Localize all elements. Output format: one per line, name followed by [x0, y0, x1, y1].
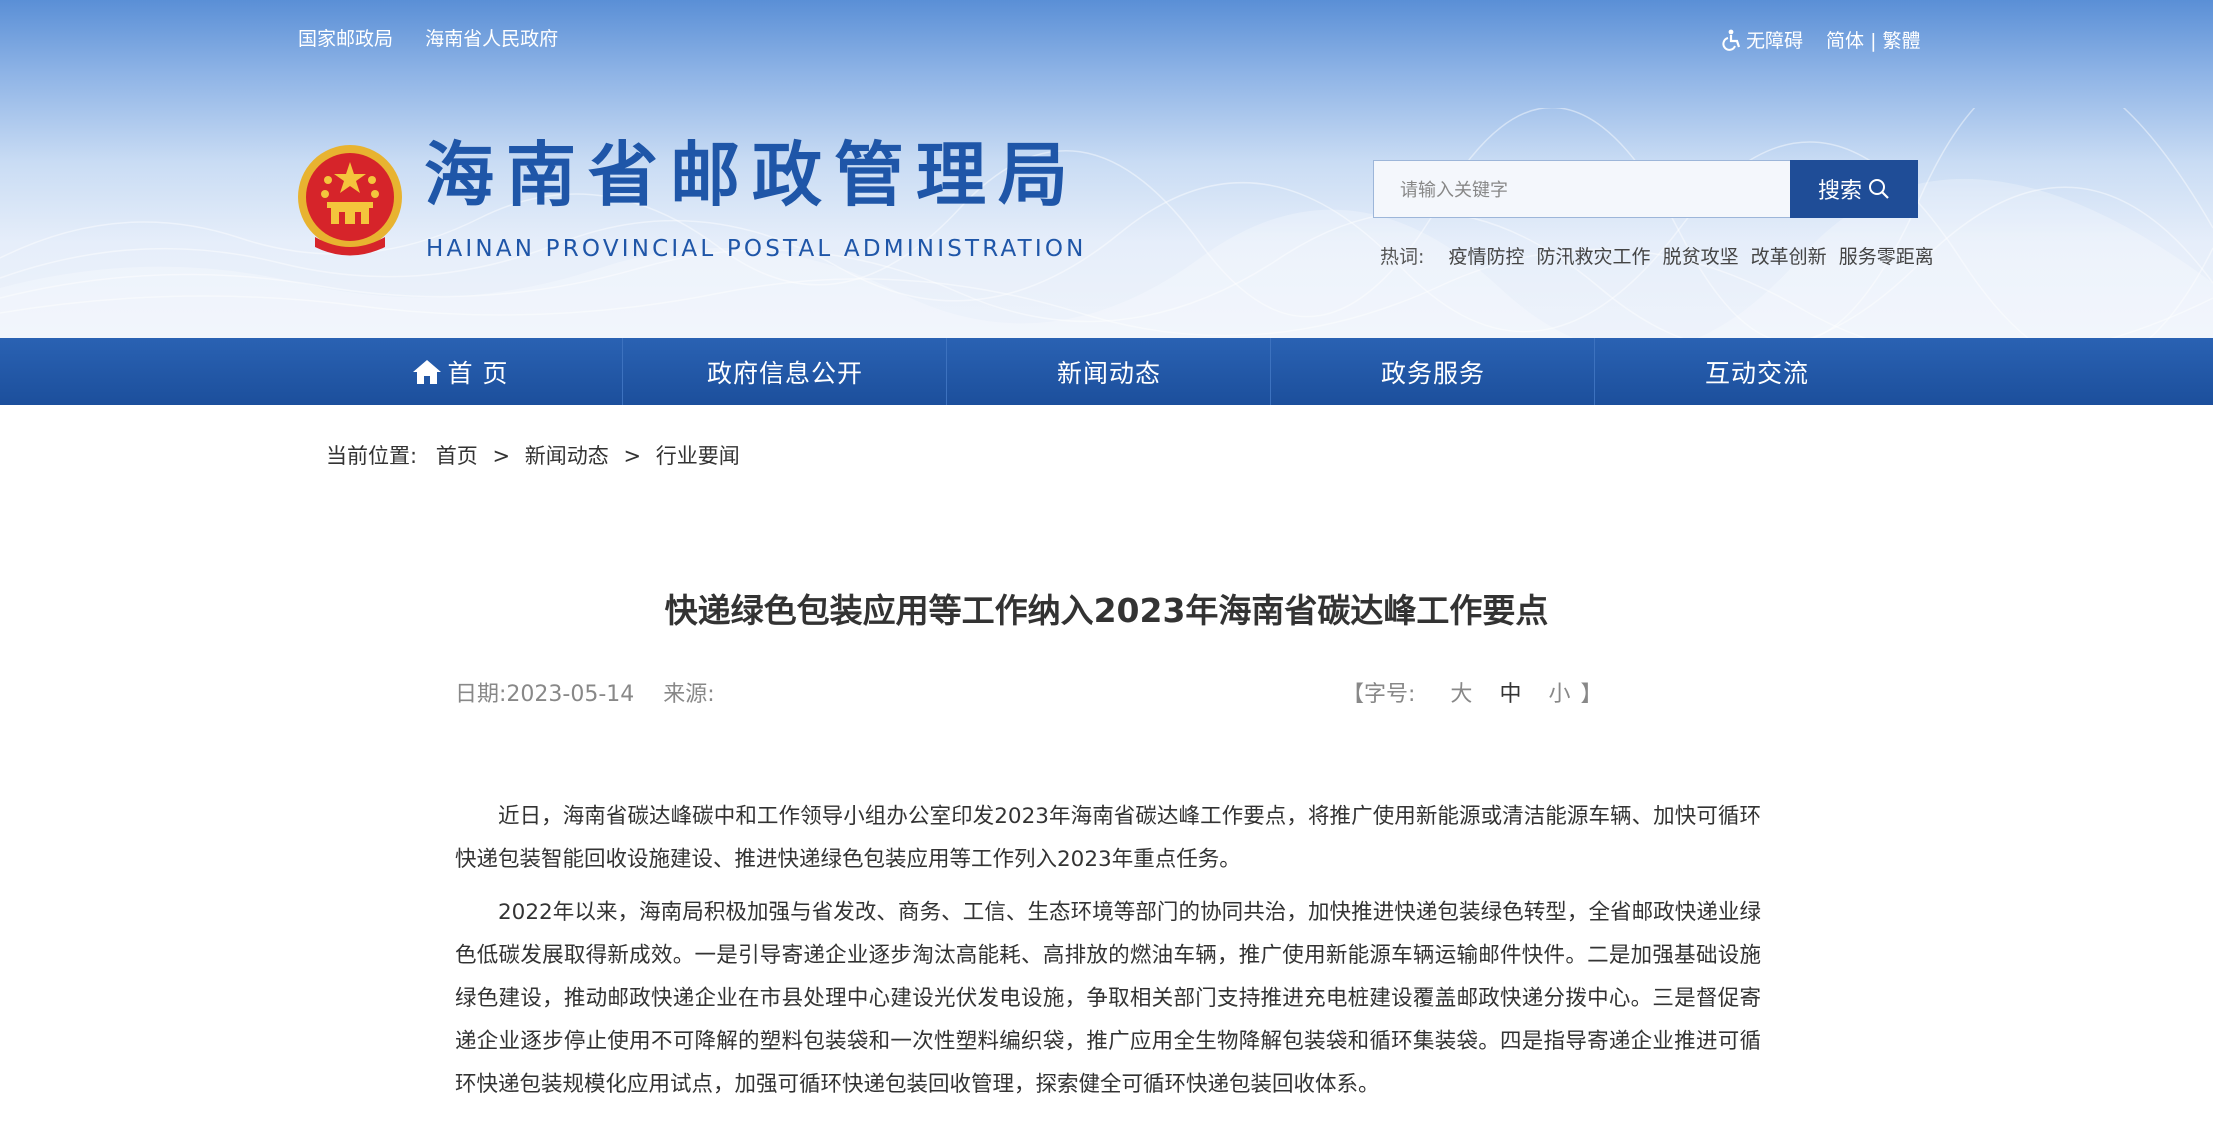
article-title: 快递绿色包装应用等工作纳入2023年海南省碳达峰工作要点 [664, 591, 1549, 630]
hot-word[interactable]: 防汛救灾工作 [1537, 246, 1651, 268]
national-emblem-icon [298, 145, 402, 256]
article-body: 近日，海南省碳达峰碳中和工作领导小组办公室印发2023年海南省碳达峰工作要点，将… [455, 795, 1761, 1116]
lang-divider: | [1870, 30, 1877, 52]
font-size-small[interactable]: 小 [1548, 682, 1570, 707]
nav-home[interactable]: 首 页 [298, 338, 622, 405]
hot-words: 热词: 疫情防控 防汛救灾工作 脱贫攻坚 改革创新 服务零距离 [1380, 242, 1940, 269]
main-nav: 首 页 政府信息公开 新闻动态 政务服务 互动交流 [0, 338, 2213, 405]
language-switch: 简体 | 繁體 [1826, 26, 1921, 53]
breadcrumb-separator: > [492, 444, 511, 468]
font-size-large[interactable]: 大 [1450, 682, 1472, 707]
font-size-medium[interactable]: 中 [1499, 682, 1521, 707]
hot-word[interactable]: 疫情防控 [1448, 246, 1524, 268]
breadcrumb-separator: > [623, 444, 642, 468]
article-paragraph: 近日，海南省碳达峰碳中和工作领导小组办公室印发2023年海南省碳达峰工作要点，将… [455, 804, 1761, 872]
font-size-label: 【字号: [1342, 682, 1416, 707]
search-button[interactable]: 搜索 [1790, 160, 1918, 218]
breadcrumb: 当前位置: 首页 > 新闻动态 > 行业要闻 [326, 440, 740, 470]
site-title-cn: 海南省邮政管理局 [424, 133, 1080, 216]
nav-home-label: 首 页 [447, 358, 509, 388]
accessibility-icon [1722, 29, 1741, 51]
accessibility-link[interactable]: 无障碍 [1722, 26, 1803, 53]
breadcrumb-industry-news[interactable]: 行业要闻 [656, 444, 740, 468]
font-size-control: 【字号: 大 中 小】 [1342, 676, 1602, 708]
link-state-post-bureau[interactable]: 国家邮政局 [298, 28, 393, 50]
search-button-label: 搜索 [1817, 179, 1862, 204]
hot-word[interactable]: 脱贫攻坚 [1663, 246, 1739, 268]
nav-gov-info[interactable]: 政府信息公开 [623, 338, 947, 405]
hot-word[interactable]: 服务零距离 [1839, 246, 1934, 268]
home-icon [412, 359, 441, 384]
header-banner: 国家邮政局 海南省人民政府 无障碍 简体 | 繁體 海南省邮政管理局 HAINA… [0, 0, 2213, 338]
nav-services[interactable]: 政务服务 [1271, 338, 1595, 405]
breadcrumb-label: 当前位置: [326, 444, 418, 468]
link-hainan-government[interactable]: 海南省人民政府 [425, 28, 558, 50]
article-date: 2023-05-14 [506, 682, 635, 707]
breadcrumb-home[interactable]: 首页 [436, 444, 478, 468]
date-label: 日期: [455, 682, 507, 707]
search-icon [1869, 179, 1889, 199]
nav-news[interactable]: 新闻动态 [947, 338, 1271, 405]
accessibility-label: 无障碍 [1746, 30, 1804, 52]
breadcrumb-news[interactable]: 新闻动态 [525, 444, 609, 468]
source-label: 来源: [663, 682, 715, 707]
nav-interaction[interactable]: 互动交流 [1595, 338, 1919, 405]
lang-simplified[interactable]: 简体 [1826, 30, 1864, 52]
article-paragraph: 2022年以来，海南局积极加强与省发改、商务、工信、生态环境等部门的协同共治，加… [455, 900, 1761, 1097]
font-size-close: 】 [1580, 682, 1603, 707]
site-title-en: HAINAN PROVINCIAL POSTAL ADMINISTRATION [426, 236, 1087, 262]
lang-traditional[interactable]: 繁體 [1883, 30, 1921, 52]
hot-word[interactable]: 改革创新 [1751, 246, 1827, 268]
top-links: 国家邮政局 海南省人民政府 [298, 24, 584, 51]
article-meta: 日期:2023-05-14 来源: [455, 676, 715, 708]
hot-words-label: 热词: [1380, 246, 1425, 268]
